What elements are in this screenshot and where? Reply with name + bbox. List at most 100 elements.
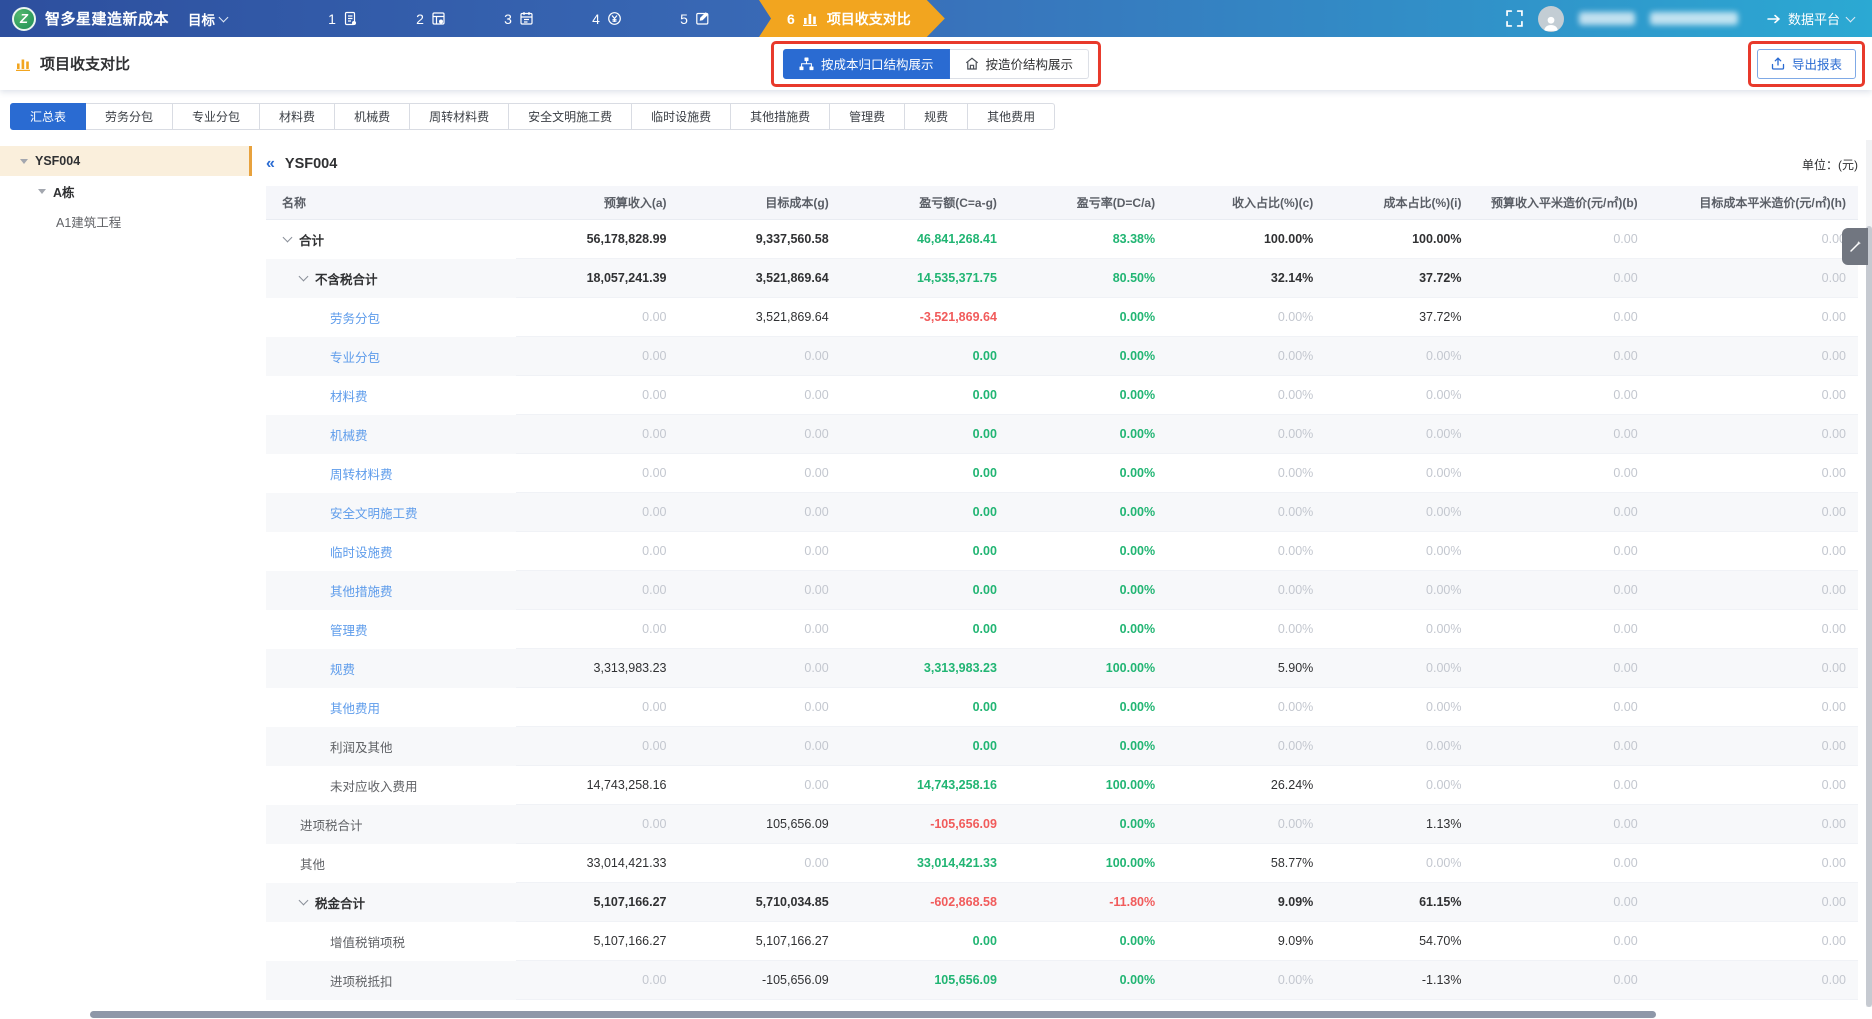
- row-name[interactable]: 材料费: [330, 386, 368, 405]
- table-row[interactable]: 其他33,014,421.330.0033,014,421.33100.00%5…: [266, 844, 1858, 883]
- row-name[interactable]: 其他费用: [330, 698, 380, 717]
- cell-0: 0.00: [516, 532, 678, 571]
- table-row[interactable]: 材料费0.000.000.000.00%0.00%0.00%0.000.00: [266, 376, 1858, 415]
- cell-2: 46,841,268.41: [841, 219, 1009, 259]
- tab-0[interactable]: 汇总表: [10, 103, 86, 130]
- row-name: 未对应收入费用: [330, 776, 418, 795]
- cell-2: 0.00: [841, 454, 1009, 493]
- cell-4: 0.00%: [1167, 532, 1325, 571]
- row-name-cell: 进项税合计: [266, 805, 516, 844]
- comparison-table: 名称预算收入(a)目标成本(g)盈亏额(C=a-g)盈亏率(D=C/a)收入占比…: [266, 186, 1858, 1000]
- tree-item-2[interactable]: A1建筑工程: [0, 206, 252, 236]
- cell-0: 0.00: [516, 493, 678, 532]
- tab-4[interactable]: 机械费: [334, 103, 410, 130]
- cell-7: 0.00: [1650, 259, 1858, 298]
- caret-down-icon[interactable]: [283, 232, 293, 242]
- cell-7: 0.00: [1650, 805, 1858, 844]
- step-2[interactable]: 2: [387, 11, 475, 27]
- mode-dropdown[interactable]: 目标: [188, 9, 227, 29]
- table-row[interactable]: 安全文明施工费0.000.000.000.00%0.00%0.00%0.000.…: [266, 493, 1858, 532]
- table-row[interactable]: 进项税合计0.00105,656.09-105,656.090.00%0.00%…: [266, 805, 1858, 844]
- horizontal-scrollbar[interactable]: [0, 1010, 1872, 1019]
- collapse-sidebar-icon[interactable]: «: [266, 155, 273, 173]
- active-step-label: 项目收支对比: [827, 9, 911, 29]
- caret-down-icon[interactable]: [299, 895, 309, 905]
- fullscreen-icon[interactable]: [1506, 10, 1523, 27]
- step-number: 5: [680, 11, 688, 27]
- tab-9[interactable]: 管理费: [829, 103, 905, 130]
- quick-settings-tab[interactable]: [1842, 228, 1868, 265]
- tab-6[interactable]: 安全文明施工费: [508, 103, 632, 130]
- tab-8[interactable]: 其他措施费: [730, 103, 830, 130]
- tab-3[interactable]: 材料费: [259, 103, 335, 130]
- row-name[interactable]: 管理费: [330, 620, 368, 639]
- cell-3: 0.00%: [1009, 337, 1167, 376]
- row-name[interactable]: 周转材料费: [330, 464, 393, 483]
- export-report-button[interactable]: 导出报表: [1757, 49, 1856, 79]
- cell-0: 0.00: [516, 337, 678, 376]
- tab-2[interactable]: 专业分包: [172, 103, 260, 130]
- row-name[interactable]: 劳务分包: [330, 308, 380, 327]
- table-row[interactable]: 增值税销项税5,107,166.275,107,166.270.000.00%9…: [266, 922, 1858, 961]
- view-toggle-1[interactable]: 按造价结构展示: [950, 49, 1090, 79]
- table-row[interactable]: 进项税抵扣0.00-105,656.09105,656.090.00%0.00%…: [266, 961, 1858, 1000]
- table-row[interactable]: 周转材料费0.000.000.000.00%0.00%0.00%0.000.00: [266, 454, 1858, 493]
- step-4[interactable]: 4: [563, 11, 651, 27]
- brand: Z 智多星建造新成本 目标: [0, 7, 227, 31]
- row-name[interactable]: 安全文明施工费: [330, 503, 418, 522]
- tabs: 汇总表劳务分包专业分包材料费机械费周转材料费安全文明施工费临时设施费其他措施费管…: [0, 90, 1872, 140]
- table-row[interactable]: 规费3,313,983.230.003,313,983.23100.00%5.9…: [266, 649, 1858, 688]
- cell-7: 0.00: [1650, 961, 1858, 1000]
- tab-5[interactable]: 周转材料费: [409, 103, 509, 130]
- data-platform-menu[interactable]: 数据平台: [1767, 9, 1854, 28]
- cell-4: 100.00%: [1167, 219, 1325, 259]
- step-5[interactable]: 5: [651, 11, 739, 27]
- row-name[interactable]: 规费: [330, 659, 355, 678]
- tab-7[interactable]: 临时设施费: [631, 103, 731, 130]
- cell-7: 0.00: [1650, 219, 1858, 259]
- arrow-right-icon: [1767, 14, 1781, 24]
- tab-11[interactable]: 其他费用: [967, 103, 1055, 130]
- cell-7: 0.00: [1650, 571, 1858, 610]
- table-row[interactable]: 其他费用0.000.000.000.00%0.00%0.00%0.000.00: [266, 688, 1858, 727]
- table-row[interactable]: 临时设施费0.000.000.000.00%0.00%0.00%0.000.00: [266, 532, 1858, 571]
- table-row[interactable]: 劳务分包0.003,521,869.64-3,521,869.640.00%0.…: [266, 298, 1858, 337]
- cell-0: 0.00: [516, 298, 678, 337]
- cell-3: 100.00%: [1009, 844, 1167, 883]
- cell-4: 0.00%: [1167, 727, 1325, 766]
- step-1[interactable]: 1: [299, 11, 387, 27]
- tab-10[interactable]: 规费: [904, 103, 968, 130]
- row-name[interactable]: 其他措施费: [330, 581, 393, 600]
- column-header-8: 目标成本平米造价(元/㎡)(h): [1650, 186, 1858, 219]
- row-name[interactable]: 临时设施费: [330, 542, 393, 561]
- table-row[interactable]: 利润及其他0.000.000.000.00%0.00%0.00%0.000.00: [266, 727, 1858, 766]
- cell-3: 0.00%: [1009, 532, 1167, 571]
- row-name[interactable]: 专业分包: [330, 347, 380, 366]
- cell-5: 0.00%: [1325, 727, 1473, 766]
- table-row[interactable]: 专业分包0.000.000.000.00%0.00%0.00%0.000.00: [266, 337, 1858, 376]
- vertical-scrollbar[interactable]: [1866, 140, 1872, 1007]
- cell-2: 0.00: [841, 415, 1009, 454]
- tree-item-0[interactable]: YSF004: [0, 146, 252, 176]
- table-row[interactable]: 不含税合计18,057,241.393,521,869.6414,535,371…: [266, 259, 1858, 298]
- table-row[interactable]: 机械费0.000.000.000.00%0.00%0.00%0.000.00: [266, 415, 1858, 454]
- table-row[interactable]: 其他措施费0.000.000.000.00%0.00%0.00%0.000.00: [266, 571, 1858, 610]
- cell-2: 0.00: [841, 493, 1009, 532]
- table-row[interactable]: 合计56,178,828.999,337,560.5846,841,268.41…: [266, 219, 1858, 259]
- table-row[interactable]: 税金合计5,107,166.275,710,034.85-602,868.58-…: [266, 883, 1858, 922]
- step-6-active[interactable]: 6 项目收支对比: [759, 0, 945, 37]
- row-name[interactable]: 机械费: [330, 425, 368, 444]
- vertical-scrollbar-thumb[interactable]: [1866, 226, 1872, 1007]
- cell-2: -105,656.09: [841, 805, 1009, 844]
- table-row[interactable]: 未对应收入费用14,743,258.160.0014,743,258.16100…: [266, 766, 1858, 805]
- caret-down-icon[interactable]: [299, 271, 309, 281]
- view-toggle-0[interactable]: 按成本归口结构展示: [783, 49, 950, 79]
- unit-label: 单位：(元): [1802, 156, 1858, 173]
- avatar[interactable]: [1538, 6, 1564, 32]
- tab-1[interactable]: 劳务分包: [85, 103, 173, 130]
- horizontal-scrollbar-thumb[interactable]: [90, 1011, 1656, 1018]
- table-row[interactable]: 管理费0.000.000.000.00%0.00%0.00%0.000.00: [266, 610, 1858, 649]
- cell-1: 0.00: [679, 454, 841, 493]
- tree-item-1[interactable]: A栋: [0, 176, 252, 206]
- step-3[interactable]: 3: [475, 11, 563, 27]
